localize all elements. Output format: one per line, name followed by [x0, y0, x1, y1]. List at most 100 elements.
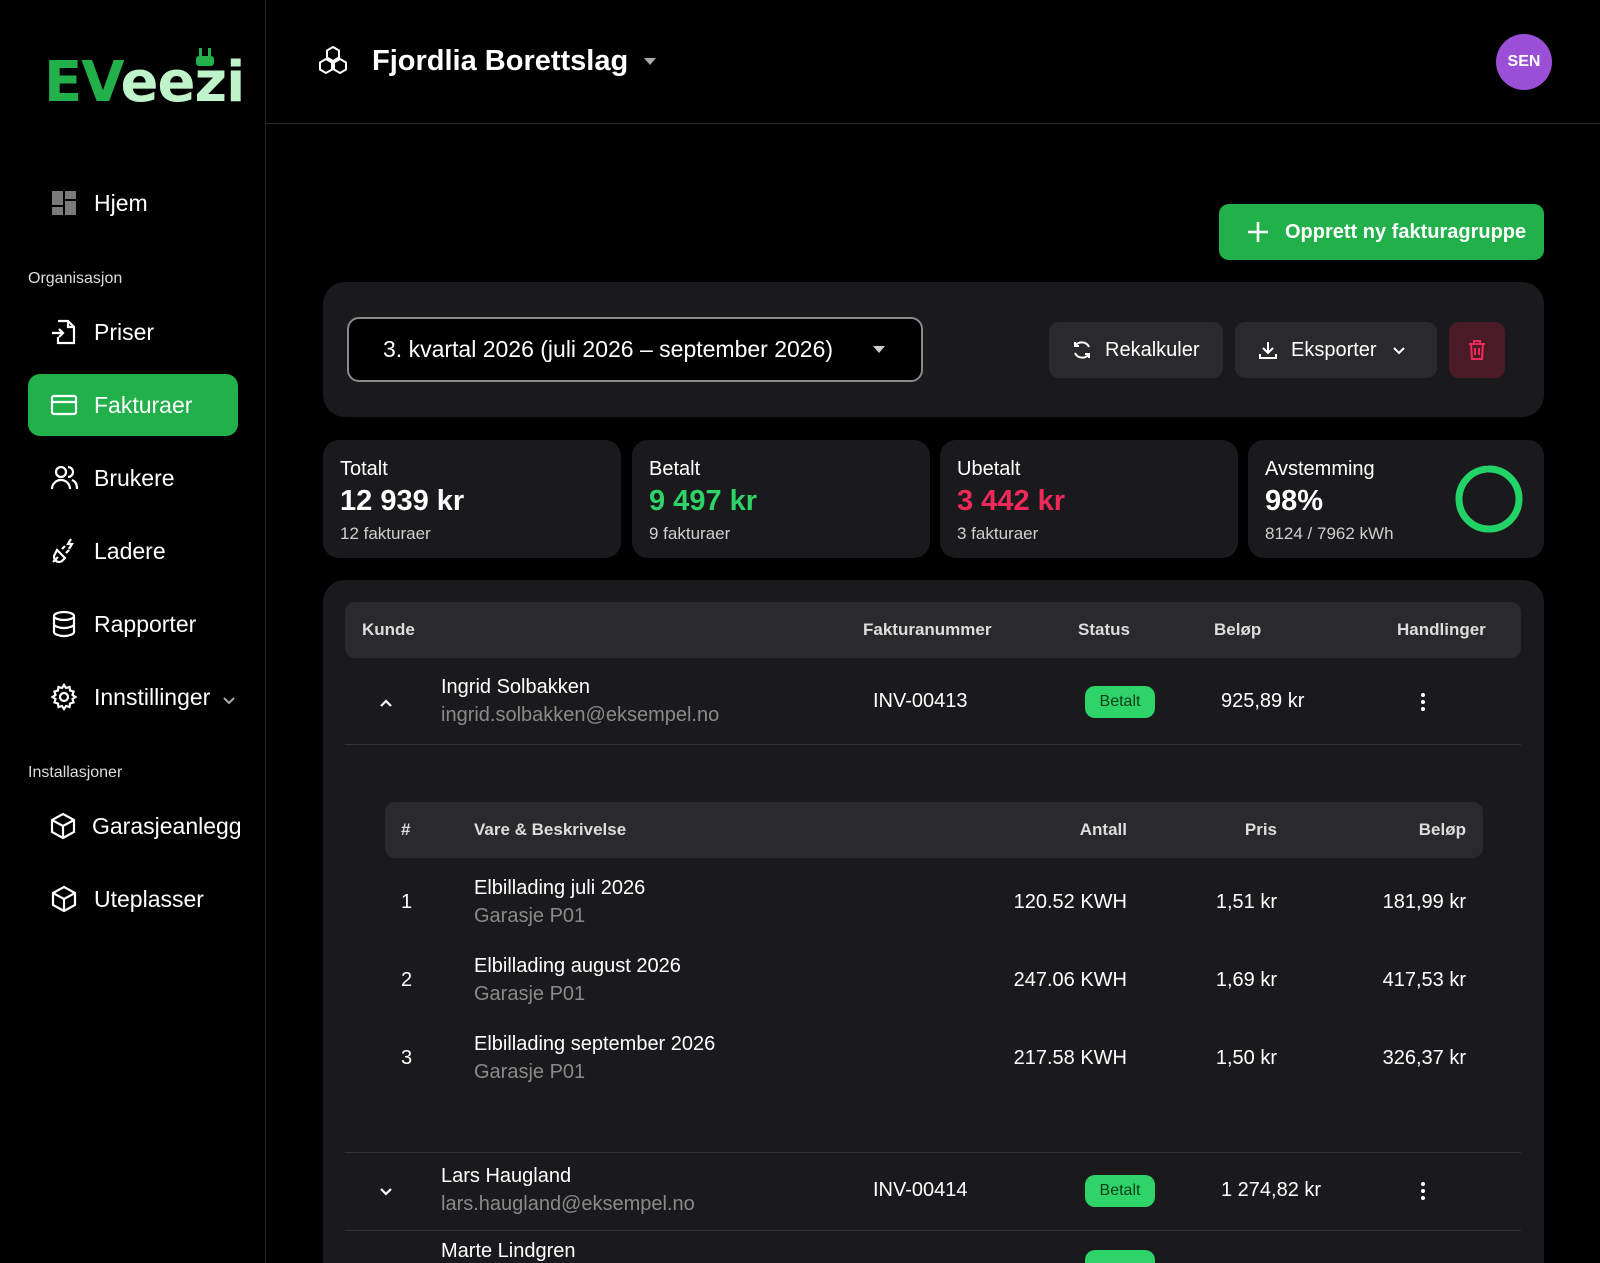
line-number: 1 [401, 891, 413, 913]
status-badge: Betalt [1085, 1175, 1155, 1207]
line-quantity: 120.52 KWH [1013, 891, 1127, 913]
export-label: Eksporter [1291, 338, 1377, 361]
recalculate-label: Rekalkuler [1105, 338, 1200, 361]
sidebar: EVeezi Hjem Organisasjon Priser Fakturae… [0, 0, 266, 1263]
chevron-up-icon[interactable] [377, 694, 395, 712]
line-number: 3 [401, 1047, 413, 1069]
line-amount: 417,53 kr [1382, 969, 1466, 991]
line-item: 1 Elbillading juli 2026 Garasje P01 120.… [385, 867, 1483, 945]
delete-button[interactable] [1449, 322, 1505, 378]
avatar[interactable]: SEN [1496, 34, 1552, 90]
stat-unpaid: Ubetalt 3 442 kr 3 fakturaer [940, 440, 1238, 558]
sidebar-item-prices[interactable]: Priser [28, 301, 238, 363]
recalculate-button[interactable]: Rekalkuler [1049, 322, 1223, 378]
line-item: 2 Elbillading august 2026 Garasje P01 24… [385, 945, 1483, 1023]
stat-label: Betalt [649, 458, 701, 480]
sidebar-item-label: Priser [94, 318, 155, 345]
col-actions: Handlinger [1397, 620, 1486, 639]
line-location: Garasje P01 [474, 1061, 586, 1083]
more-vertical-icon[interactable] [1419, 1181, 1427, 1201]
plug-icon [196, 48, 214, 66]
customer-email: ingrid.solbakken@eksempel.no [441, 704, 720, 726]
stat-sub: 9 fakturaer [649, 524, 731, 543]
caret-down-icon [642, 55, 658, 67]
line-price: 1,69 kr [1215, 969, 1277, 991]
stat-label: Ubetalt [957, 458, 1021, 480]
invoice-card-icon [48, 389, 80, 421]
invoice-table: Kunde Fakturanummer Status Beløp Handlin… [323, 580, 1544, 1263]
status-badge [1085, 1250, 1155, 1263]
progress-ring [1455, 465, 1523, 533]
create-invoice-group-label: Opprett ny fakturagruppe [1285, 220, 1527, 243]
invoice-amount: 1 274,82 kr [1221, 1179, 1322, 1201]
line-description: Elbillading juli 2026 [474, 877, 646, 899]
line-description: Elbillading august 2026 [474, 955, 681, 977]
users-icon [48, 462, 80, 494]
sidebar-item-label: Brukere [94, 464, 175, 491]
logo-eezi: eezi [120, 50, 246, 115]
stat-sub: 3 fakturaer [957, 524, 1039, 543]
table-row[interactable]: Marte Lindgren [345, 1232, 1521, 1263]
line-description: Elbillading september 2026 [474, 1033, 716, 1055]
col-status: Status [1078, 620, 1130, 639]
stat-reconciliation: Avstemming 98% 8124 / 7962 kWh [1248, 440, 1544, 558]
customer-name: Ingrid Solbakken [441, 676, 590, 698]
topbar: Fjordlia Borettslag SEN [266, 0, 1600, 124]
download-icon [1257, 339, 1279, 361]
sidebar-item-reports[interactable]: Rapporter [28, 593, 238, 655]
stat-value: 9 497 kr [649, 485, 758, 517]
database-icon [48, 608, 80, 640]
charger-plug-icon [48, 535, 80, 567]
invoice-number: INV-00413 [873, 690, 968, 712]
chevron-down-icon[interactable] [220, 688, 238, 715]
section-installations: Installasjoner [28, 764, 123, 781]
box-icon [48, 810, 78, 842]
invoice-number: INV-00414 [873, 1179, 968, 1201]
line-location: Garasje P01 [474, 905, 586, 927]
sidebar-item-users[interactable]: Brukere [28, 447, 238, 509]
line-number: 2 [401, 969, 413, 991]
sidebar-item-outdoor[interactable]: Uteplasser [28, 868, 238, 930]
sidebar-item-label: Hjem [94, 189, 148, 216]
logo-ev: EV [44, 50, 122, 115]
col-price: Pris [1244, 820, 1277, 839]
sidebar-item-garage[interactable]: Garasjeanlegg [28, 795, 242, 857]
sidebar-item-label: Ladere [94, 537, 166, 564]
sidebar-item-label: Innstillinger [94, 683, 211, 710]
stat-sub: 12 fakturaer [340, 524, 431, 543]
customer-name: Marte Lindgren [441, 1240, 576, 1262]
sidebar-item-label: Garasjeanlegg [92, 812, 242, 839]
line-amount: 181,99 kr [1382, 891, 1466, 913]
export-button[interactable]: Eksporter [1235, 322, 1437, 378]
stat-label: Totalt [340, 458, 388, 480]
chevron-down-icon [1391, 342, 1407, 358]
status-badge: Betalt [1085, 686, 1155, 718]
col-quantity: Antall [1079, 820, 1127, 839]
more-vertical-icon[interactable] [1419, 692, 1427, 712]
col-amount: Beløp [1214, 620, 1262, 639]
stat-total: Totalt 12 939 kr 12 fakturaer [323, 440, 621, 558]
chevron-down-icon[interactable] [377, 1183, 395, 1201]
refresh-icon [1071, 339, 1093, 361]
line-amount: 326,37 kr [1382, 1047, 1466, 1069]
table-row[interactable]: Lars Haugland lars.haugland@eksempel.no … [345, 1152, 1521, 1231]
sidebar-item-home[interactable]: Hjem [28, 172, 238, 234]
create-invoice-group-button[interactable]: Opprett ny fakturagruppe [1219, 204, 1544, 260]
col-item: Vare & Beskrivelse [474, 820, 627, 839]
caret-down-icon [871, 343, 887, 355]
gear-icon [48, 681, 80, 713]
dashboard-icon [48, 187, 80, 219]
col-line-amount: Beløp [1418, 820, 1466, 839]
stat-paid: Betalt 9 497 kr 9 fakturaer [632, 440, 930, 558]
table-row[interactable]: Ingrid Solbakken ingrid.solbakken@eksemp… [345, 658, 1521, 745]
col-customer: Kunde [362, 620, 415, 639]
org-name: Fjordlia Borettslag [372, 44, 629, 77]
sidebar-item-invoices[interactable]: Fakturaer [28, 374, 238, 436]
sidebar-item-chargers[interactable]: Ladere [28, 520, 238, 582]
lines-header: # Vare & Beskrivelse Antall Pris Beløp [385, 802, 1483, 858]
period-select[interactable]: 3. kvartal 2026 (juli 2026 – september 2… [347, 317, 923, 382]
org-switcher[interactable]: Fjordlia Borettslag [316, 44, 658, 78]
logo[interactable]: EVeezi [44, 48, 246, 115]
app-root: EVeezi Hjem Organisasjon Priser Fakturae… [0, 0, 1600, 1263]
sidebar-item-settings[interactable]: Innstillinger [28, 666, 238, 728]
